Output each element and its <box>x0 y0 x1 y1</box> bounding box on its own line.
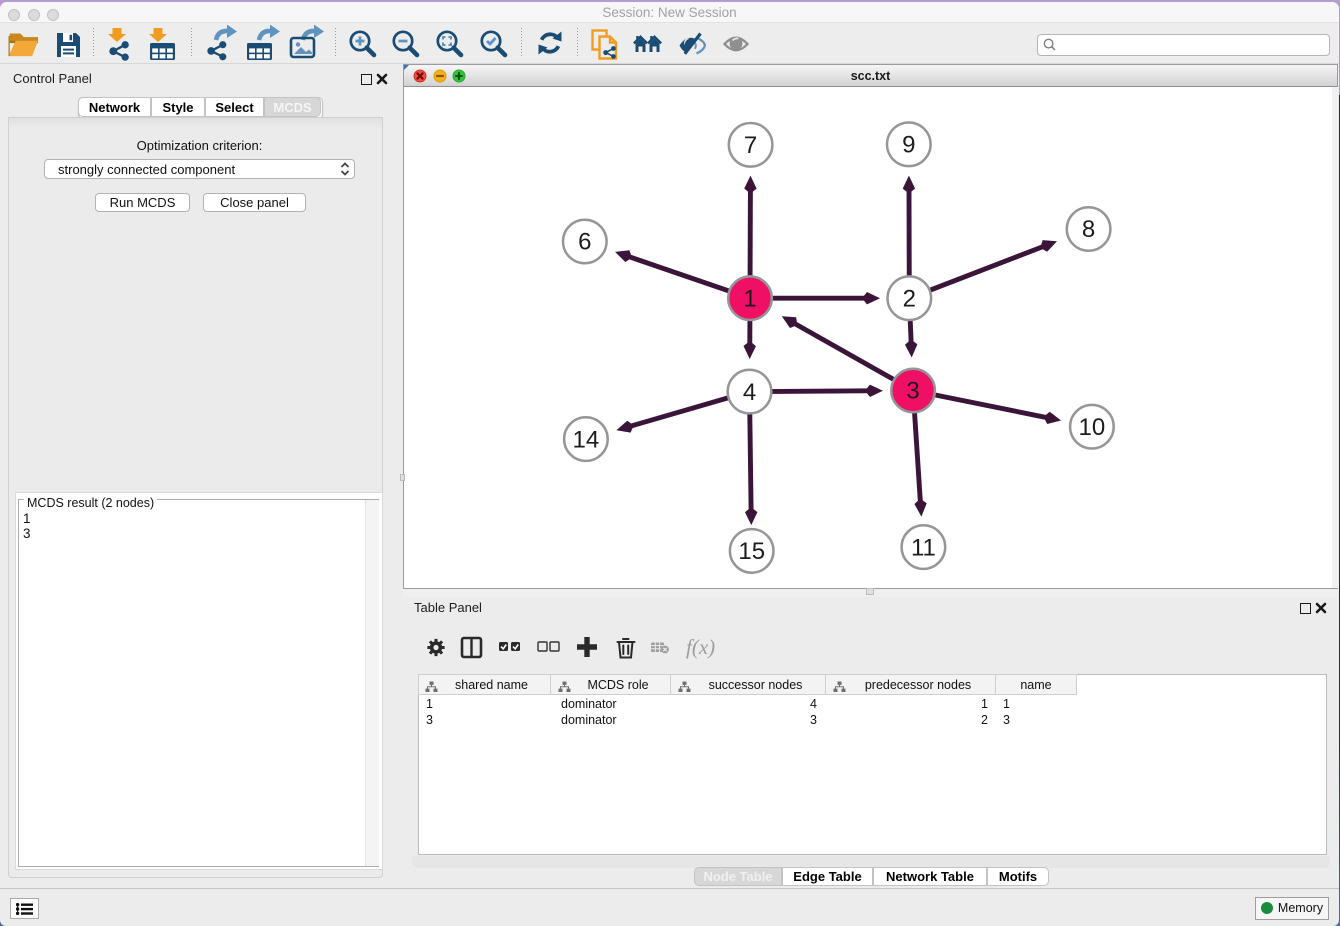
svg-text:6: 6 <box>578 229 591 256</box>
svg-text:14: 14 <box>573 426 600 453</box>
svg-text:f(x): f(x) <box>686 635 715 659</box>
svg-text:11: 11 <box>911 534 936 561</box>
svg-text:3: 3 <box>906 378 919 405</box>
svg-text:7: 7 <box>744 132 757 159</box>
svg-text:4: 4 <box>743 379 756 406</box>
svg-text:8: 8 <box>1082 216 1095 243</box>
svg-text:10: 10 <box>1079 414 1106 441</box>
svg-text:9: 9 <box>902 132 915 159</box>
svg-text:1: 1 <box>743 285 756 312</box>
svg-text:15: 15 <box>738 538 765 565</box>
svg-text:2: 2 <box>903 285 916 312</box>
